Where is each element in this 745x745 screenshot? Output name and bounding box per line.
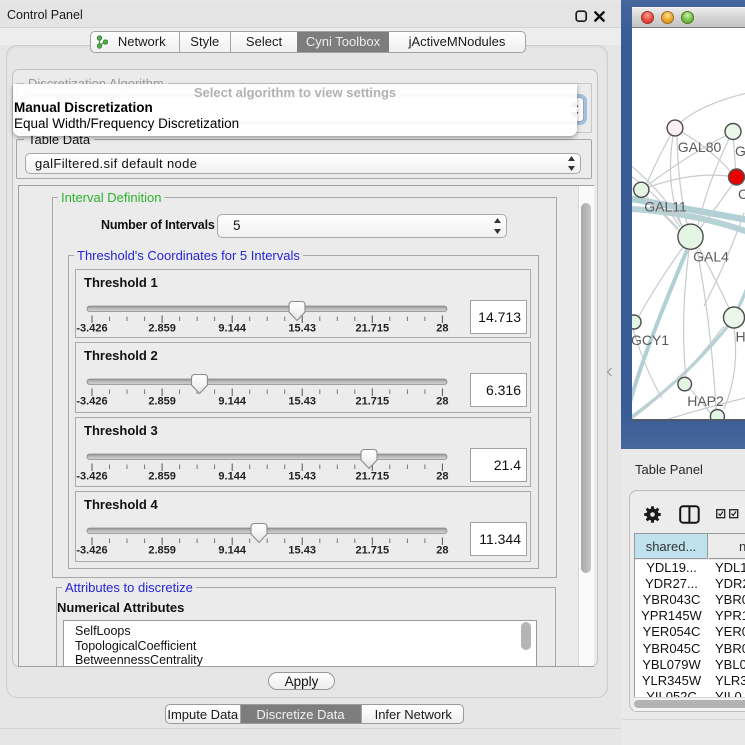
svg-text:HS: HS	[736, 329, 745, 345]
svg-text:GAL11: GAL11	[644, 199, 687, 215]
svg-text:-3.426: -3.426	[76, 545, 107, 557]
svg-text:21.715: 21.715	[355, 323, 389, 335]
svg-text:2.859: 2.859	[148, 396, 176, 408]
svg-text:28: 28	[436, 545, 448, 557]
svg-text:-3.426: -3.426	[76, 471, 107, 483]
svg-text:15.43: 15.43	[288, 471, 316, 483]
svg-text:CR: CR	[738, 186, 745, 202]
svg-text:28: 28	[436, 323, 448, 335]
svg-text:21.715: 21.715	[355, 471, 389, 483]
svg-text:9.144: 9.144	[218, 323, 246, 335]
svg-text:28: 28	[436, 471, 448, 483]
svg-text:15.43: 15.43	[288, 396, 316, 408]
svg-text:28: 28	[436, 396, 448, 408]
svg-text:21.715: 21.715	[355, 396, 389, 408]
svg-text:9.144: 9.144	[218, 396, 246, 408]
svg-text:-3.426: -3.426	[76, 396, 107, 408]
svg-text:2.859: 2.859	[148, 545, 176, 557]
svg-text:9.144: 9.144	[218, 545, 246, 557]
svg-text:2.859: 2.859	[148, 471, 176, 483]
svg-text:HAP2: HAP2	[687, 393, 724, 409]
svg-text:15.43: 15.43	[288, 545, 316, 557]
svg-text:2.859: 2.859	[148, 323, 176, 335]
svg-text:GCY1: GCY1	[632, 332, 669, 348]
svg-text:GA: GA	[735, 143, 745, 159]
svg-text:-3.426: -3.426	[76, 323, 107, 335]
svg-text:GAL4: GAL4	[693, 249, 729, 265]
svg-text:21.715: 21.715	[355, 545, 389, 557]
svg-text:9.144: 9.144	[218, 471, 246, 483]
svg-text:GAL80: GAL80	[678, 139, 722, 155]
svg-text:15.43: 15.43	[288, 323, 316, 335]
